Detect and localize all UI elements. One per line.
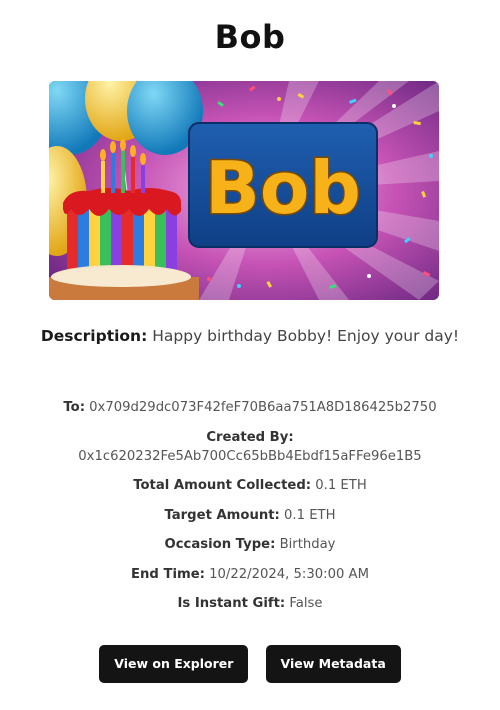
detail-total-collected: Total Amount Collected: 0.1 ETH <box>0 476 500 495</box>
detail-instant-gift: Is Instant Gift: False <box>0 594 500 613</box>
banner-text: Bob <box>205 146 361 230</box>
detail-label: End Time: <box>131 566 205 582</box>
detail-label: Total Amount Collected: <box>133 478 312 493</box>
detail-created-by: Created By: 0x1c620232Fe5Ab700Cc65bBb4Eb… <box>0 428 500 466</box>
detail-value: 0.1 ETH <box>284 507 336 523</box>
gift-details: To: 0x709d29dc073F42feF70B6aa751A8D18642… <box>0 398 500 624</box>
birthday-banner-illustration: Bob <box>49 81 439 300</box>
description-text: Happy birthday Bobby! Enjoy your day! <box>152 327 460 345</box>
detail-value: 10/22/2024, 5:30:00 AM <box>209 566 369 582</box>
detail-value: 0x1c620232Fe5Ab700Cc65bBb4Ebdf15aFFe96e1… <box>78 448 422 464</box>
detail-value: Birthday <box>279 537 336 552</box>
detail-label: Occasion Type: <box>164 537 276 552</box>
detail-value: 0x709d29dc073F42feF70B6aa751A8D186425b27… <box>89 400 437 415</box>
detail-label: Is Instant Gift: <box>177 596 286 611</box>
detail-value: False <box>289 596 323 611</box>
detail-label: Target Amount: <box>164 507 280 523</box>
detail-label: Created By: <box>206 429 294 445</box>
view-on-explorer-button[interactable]: View on Explorer <box>99 645 249 683</box>
detail-value: 0.1 ETH <box>315 478 367 493</box>
detail-to: To: 0x709d29dc073F42feF70B6aa751A8D18642… <box>0 398 500 417</box>
view-metadata-button[interactable]: View Metadata <box>265 645 401 683</box>
description-label: Description: <box>40 327 148 345</box>
action-buttons: View on Explorer View Metadata <box>0 645 500 683</box>
gift-description: Description: Happy birthday Bobby! Enjoy… <box>40 323 460 349</box>
gift-banner-image: Bob <box>49 81 439 300</box>
detail-end-time: End Time: 10/22/2024, 5:30:00 AM <box>0 565 500 584</box>
gift-title: Bob <box>214 18 286 56</box>
detail-target-amount: Target Amount: 0.1 ETH <box>0 506 500 525</box>
detail-label: To: <box>63 400 85 415</box>
detail-occasion-type: Occasion Type: Birthday <box>0 535 500 554</box>
